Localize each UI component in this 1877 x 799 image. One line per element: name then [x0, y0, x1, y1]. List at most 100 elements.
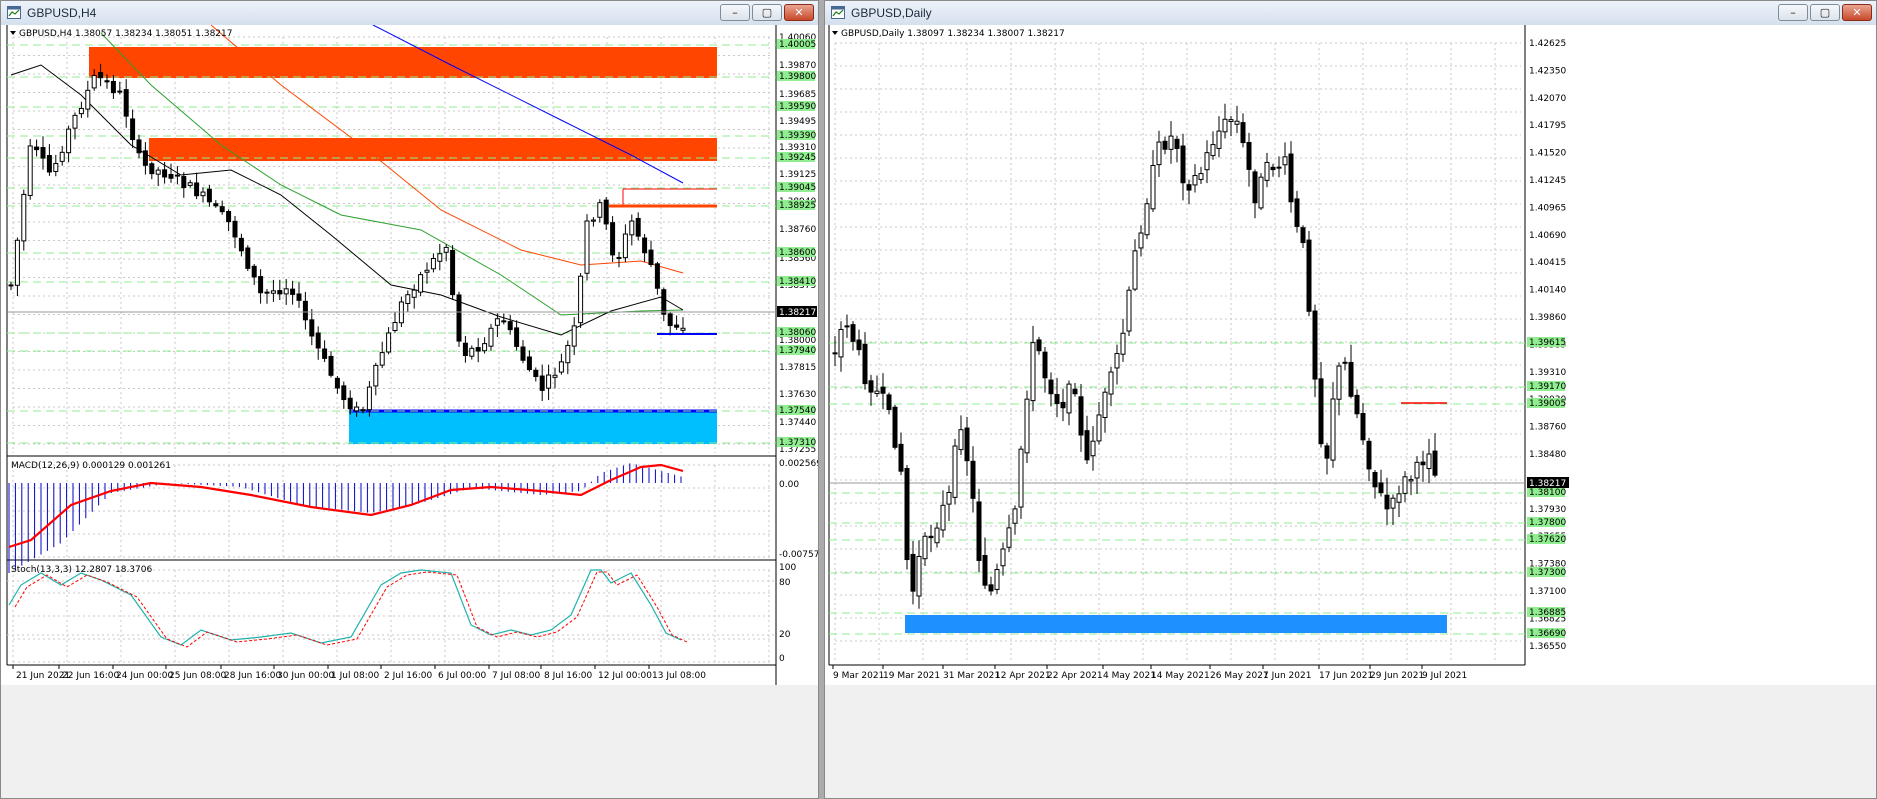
h4-restore-button[interactable]: ▢ — [752, 4, 782, 21]
h4-candle-body — [366, 386, 372, 411]
daily-candle-body — [1180, 145, 1186, 184]
daily-candle-body — [1186, 184, 1192, 191]
h4-candle-body — [661, 289, 667, 315]
h4-candle-body — [142, 150, 148, 166]
daily-candle-body — [1234, 120, 1240, 125]
h4-minimize-button[interactable]: – — [720, 4, 750, 21]
h4-candle-body — [226, 211, 232, 223]
h4-candle-body — [251, 265, 257, 278]
h4-candle-body — [187, 182, 193, 186]
h4-candle-body — [571, 325, 577, 347]
daily-title-bar[interactable]: GBPUSD,Daily – ▢ ✕ — [825, 1, 1876, 26]
h4-macd-scale-label: 0.00 — [779, 480, 799, 490]
daily-candle-body — [1432, 450, 1438, 476]
h4-candle-body — [418, 274, 424, 293]
h4-candle-body — [552, 374, 558, 378]
h4-candle-body — [27, 145, 33, 196]
daily-minimize-button[interactable]: – — [1778, 4, 1808, 21]
h4-candle-body — [520, 346, 526, 361]
h4-candle-body — [507, 321, 513, 331]
daily-candle-body — [928, 535, 934, 539]
daily-candle-body — [1030, 342, 1036, 402]
h4-close-button[interactable]: ✕ — [784, 4, 814, 21]
h4-candle-body — [526, 356, 532, 371]
daily-candle-body — [1156, 141, 1162, 166]
h4-time-label: 13 Jul 08:00 — [652, 671, 706, 681]
h4-candle-body — [341, 385, 347, 401]
daily-time-label: 26 May 2021 — [1210, 671, 1269, 681]
daily-candle-body — [1378, 482, 1384, 494]
h4-candle-body — [590, 219, 596, 222]
h4-candle-body — [290, 288, 296, 295]
daily-candle-body — [844, 325, 850, 328]
daily-support-zone — [905, 615, 1447, 633]
h4-candle-body — [565, 344, 571, 364]
daily-candle-body — [1246, 141, 1252, 170]
h4-candle-body — [232, 220, 238, 238]
daily-candle-body — [1066, 383, 1072, 414]
h4-candle-body — [437, 253, 443, 262]
daily-candle-body — [1162, 140, 1168, 150]
h4-candle-body — [654, 263, 660, 289]
daily-candle-body — [1294, 198, 1300, 227]
daily-window-title: GBPUSD,Daily — [851, 6, 932, 20]
daily-candle-body — [850, 324, 856, 342]
daily-candle-body — [1324, 445, 1330, 459]
daily-current-price-label: 1.38217 — [1529, 479, 1566, 489]
daily-level-label: 1.39615 — [1529, 338, 1566, 348]
daily-candle-body — [1426, 453, 1432, 470]
daily-time-label: 17 Jun 2021 — [1319, 671, 1373, 681]
daily-candle-body — [1270, 166, 1276, 171]
daily-price-label: 1.41245 — [1529, 176, 1566, 186]
daily-candle-body — [892, 406, 898, 448]
h4-candle-body — [302, 300, 308, 321]
daily-candle-body — [1204, 152, 1210, 171]
daily-candle-body — [916, 555, 922, 597]
daily-time-label: 29 Jun 2021 — [1370, 671, 1424, 681]
h4-candle-body — [558, 361, 564, 373]
daily-candle-body — [1414, 461, 1420, 479]
daily-time-label: 31 Mar 2021 — [943, 671, 1000, 681]
h4-candle-body — [386, 332, 392, 353]
daily-price-label: 1.40140 — [1529, 286, 1566, 296]
h4-candle-body — [130, 118, 136, 141]
h4-candle-body — [14, 239, 20, 286]
h4-level-label: 1.37940 — [779, 346, 816, 356]
daily-candle-body — [868, 380, 874, 393]
daily-chart-area[interactable]: GBPUSD,Daily 1.38097 1.38234 1.38007 1.3… — [825, 25, 1876, 798]
daily-level-label: 1.36690 — [1529, 629, 1566, 639]
daily-candle-body — [1282, 156, 1288, 166]
h4-stoch-scale-label: 0 — [779, 654, 785, 664]
daily-candle-body — [1228, 119, 1234, 123]
daily-candle-body — [1168, 135, 1174, 150]
h4-stoch-scale-label: 100 — [779, 563, 796, 573]
daily-candle-body — [1144, 203, 1150, 236]
h4-chart-area[interactable]: GBPUSD,H4 1.38057 1.38234 1.38051 1.3821… — [1, 25, 818, 798]
h4-candle-body — [392, 322, 398, 331]
h4-support-zone — [349, 411, 717, 444]
h4-time-label: 7 Jul 08:00 — [492, 671, 541, 681]
h4-candle-body — [405, 294, 411, 305]
h4-time-label: 28 Jun 16:00 — [224, 671, 281, 681]
h4-candle-body — [181, 176, 187, 189]
daily-candle-body — [1288, 153, 1294, 203]
h4-candle-body — [104, 80, 110, 83]
h4-title-bar[interactable]: GBPUSD,H4 – ▢ ✕ — [1, 1, 818, 26]
h4-candle-body — [194, 182, 200, 197]
h4-candle-body — [66, 128, 72, 154]
h4-candle-body — [667, 313, 673, 327]
daily-candle-body — [958, 429, 964, 451]
h4-candle-body — [219, 206, 225, 213]
daily-restore-button[interactable]: ▢ — [1810, 4, 1840, 21]
daily-close-button[interactable]: ✕ — [1842, 4, 1872, 21]
h4-candle-body — [488, 327, 494, 347]
daily-candle-body — [976, 501, 982, 561]
h4-level-label: 1.38600 — [779, 248, 816, 258]
h4-level-label: 1.39245 — [779, 153, 816, 163]
daily-candle-body — [856, 339, 862, 351]
h4-price-label: 1.39310 — [779, 143, 816, 153]
daily-level-label: 1.37300 — [1529, 568, 1566, 578]
h4-level-label: 1.39045 — [779, 183, 816, 193]
daily-candle-body — [994, 569, 1000, 590]
daily-time-label: 14 May 2021 — [1151, 671, 1210, 681]
